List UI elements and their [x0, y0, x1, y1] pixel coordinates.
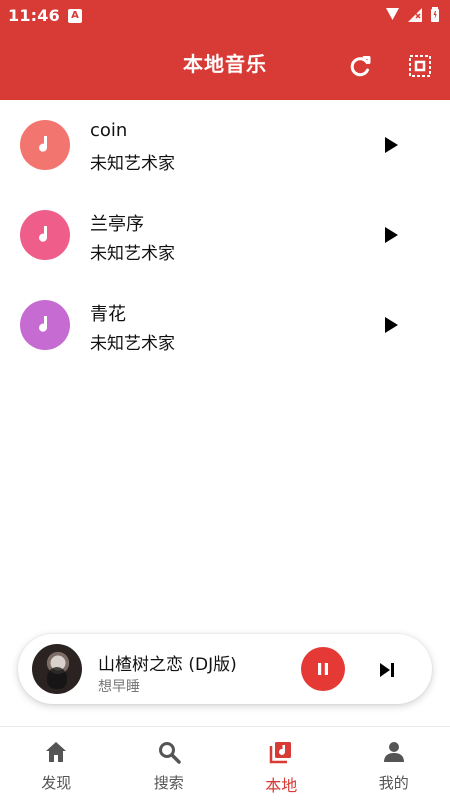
song-avatar — [20, 210, 70, 260]
select-all-icon — [406, 52, 434, 80]
play-icon[interactable] — [380, 134, 402, 156]
app-screen: 11:46 A 本地音乐 — [0, 0, 450, 800]
next-track-icon[interactable] — [376, 659, 398, 681]
status-icons — [385, 6, 440, 23]
music-note-icon — [33, 313, 57, 337]
now-playing-title: 山楂树之恋 (DJ版) — [98, 650, 237, 675]
select-all-button[interactable] — [406, 52, 434, 80]
music-note-icon — [33, 223, 57, 247]
song-artist: 未知艺术家 — [90, 149, 175, 174]
mini-player[interactable]: 山楂树之恋 (DJ版) 想早睡 — [18, 634, 432, 704]
refresh-icon — [346, 52, 374, 80]
nav-item-local[interactable]: 本地 — [225, 727, 338, 801]
bottom-navigation: 发现 搜索 本地 我的 — [0, 726, 450, 801]
song-item-lantingxu[interactable]: 兰亭序 未知艺术家 — [0, 190, 450, 280]
song-title: 青花 — [90, 300, 126, 326]
music-note-icon — [33, 133, 57, 157]
status-badge: A — [68, 9, 82, 23]
nav-item-search[interactable]: 搜索 — [113, 727, 226, 801]
album-cover[interactable] — [32, 644, 82, 694]
home-icon — [43, 739, 69, 765]
song-avatar — [20, 300, 70, 350]
music-library-icon — [268, 739, 294, 765]
song-list: coin 未知艺术家 兰亭序 未知艺术家 青 — [0, 100, 450, 370]
network-icon — [407, 7, 423, 23]
song-avatar — [20, 120, 70, 170]
nav-label: 我的 — [338, 772, 450, 793]
nav-item-mine[interactable]: 我的 — [338, 727, 450, 801]
person-icon — [381, 739, 407, 765]
song-artist: 未知艺术家 — [90, 239, 175, 264]
refresh-button[interactable] — [346, 52, 374, 80]
page-title: 本地音乐 — [0, 48, 450, 77]
song-artist: 未知艺术家 — [90, 329, 175, 354]
song-item-coin[interactable]: coin 未知艺术家 — [0, 100, 450, 190]
song-title: coin — [90, 120, 127, 141]
status-time: 11:46 — [8, 6, 60, 25]
nav-label: 发现 — [0, 772, 113, 793]
signal-icon — [385, 7, 400, 22]
pause-button[interactable] — [301, 647, 345, 691]
battery-icon — [430, 6, 440, 23]
nav-item-discover[interactable]: 发现 — [0, 727, 113, 801]
now-playing-artist: 想早睡 — [98, 676, 140, 696]
play-icon[interactable] — [380, 314, 402, 336]
nav-label: 搜索 — [113, 772, 226, 793]
top-bar: 11:46 A 本地音乐 — [0, 0, 450, 100]
play-icon[interactable] — [380, 224, 402, 246]
song-item-qinghua[interactable]: 青花 未知艺术家 — [0, 280, 450, 370]
search-icon — [156, 739, 182, 765]
status-bar: 11:46 A — [0, 0, 450, 32]
pause-icon — [313, 659, 333, 679]
nav-label: 本地 — [225, 772, 338, 796]
song-title: 兰亭序 — [90, 210, 144, 236]
